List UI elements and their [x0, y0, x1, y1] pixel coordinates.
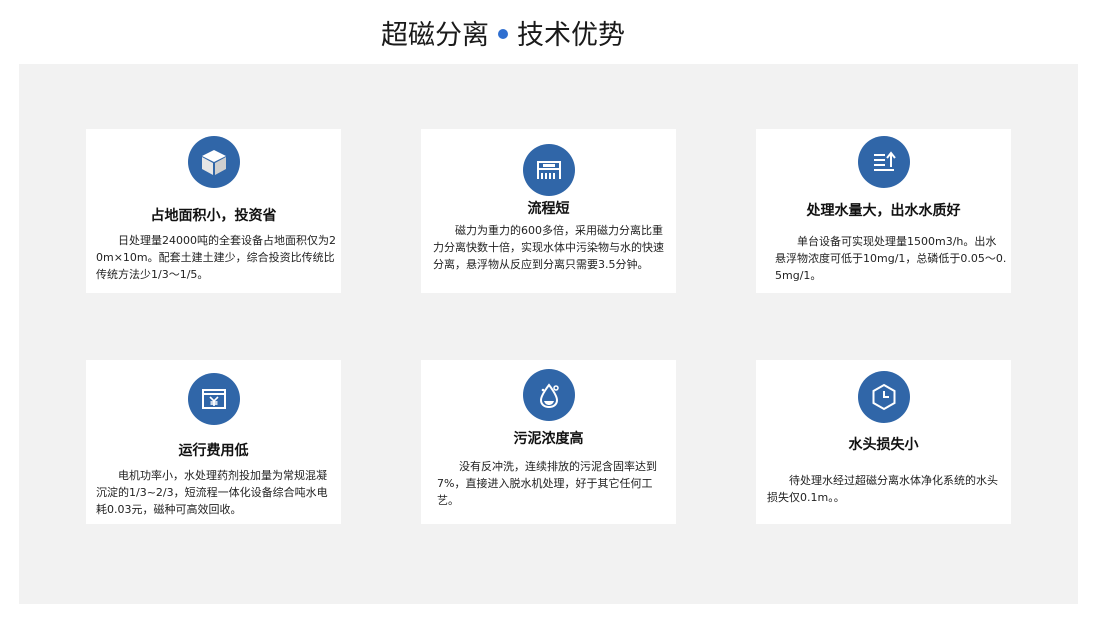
- card-text: 没有反冲洗，连续排放的污泥含固率达到7%，直接进入脱水机处理，好于其它任何工艺。: [437, 460, 657, 507]
- card-high-sludge: 污泥浓度高 没有反冲洗，连续排放的污泥含固率达到7%，直接进入脱水机处理，好于其…: [421, 360, 676, 524]
- section-heading: 超磁分离 技术优势: [0, 16, 1006, 56]
- card-title: 占地面积小，投资省: [150, 208, 277, 224]
- clock-icon: [857, 371, 910, 423]
- page: 超磁分离 技术优势 占地面积小，投资省 日处理量24000吨的全套设备占地面积仅为…: [0, 0, 1098, 627]
- heading-left: 超磁分离: [381, 20, 489, 51]
- card-text: 电机功率小，水处理药剂投加量为常规混凝沉淀的1/3~2/3，短流程一体化设备综合…: [96, 469, 328, 516]
- heading-right: 技术优势: [517, 20, 625, 51]
- card-text: 待处理水经过超磁分离水体净化系统的水头损失仅0.1m。。: [767, 474, 998, 504]
- advantages-panel: 占地面积小，投资省 日处理量24000吨的全套设备占地面积仅为20m×10m。配…: [19, 64, 1078, 604]
- card-title: 处理水量大，出水水质好: [806, 203, 961, 219]
- list-upload-icon: [857, 136, 910, 188]
- card-title: 污泥浓度高: [513, 431, 584, 447]
- card-text: 磁力为重力的600多倍，采用磁力分离比重力分离快数十倍，实现水体中污染物与水的快…: [433, 224, 664, 271]
- card-short-process: 流程短 磁力为重力的600多倍，采用磁力分离比重力分离快数十倍，实现水体中污染物…: [421, 129, 676, 293]
- card-low-headloss: 水头损失小 待处理水经过超磁分离水体净化系统的水头损失仅0.1m。。: [756, 360, 1011, 524]
- heading-dot: [498, 29, 508, 39]
- water-drop-icon: [522, 369, 575, 421]
- card-small-footprint: 占地面积小，投资省 日处理量24000吨的全套设备占地面积仅为20m×10m。配…: [86, 129, 341, 293]
- card-large-capacity: 处理水量大，出水水质好 单台设备可实现处理量1500m3/h。出水悬浮物浓度可低…: [756, 129, 1011, 293]
- card-text: 日处理量24000吨的全套设备占地面积仅为20m×10m。配套土建土建少，综合投…: [96, 234, 336, 281]
- cube-icon: [187, 136, 240, 188]
- yen-card-icon: [187, 373, 240, 425]
- card-title: 运行费用低: [178, 443, 249, 459]
- process-icon: [522, 144, 575, 196]
- card-low-cost: 运行费用低 电机功率小，水处理药剂投加量为常规混凝沉淀的1/3~2/3，短流程一…: [86, 360, 341, 524]
- card-title: 流程短: [527, 201, 570, 217]
- card-title: 水头损失小: [848, 437, 919, 453]
- card-text: 单台设备可实现处理量1500m3/h。出水悬浮物浓度可低于10mg/1，总磷低于…: [775, 235, 1007, 282]
